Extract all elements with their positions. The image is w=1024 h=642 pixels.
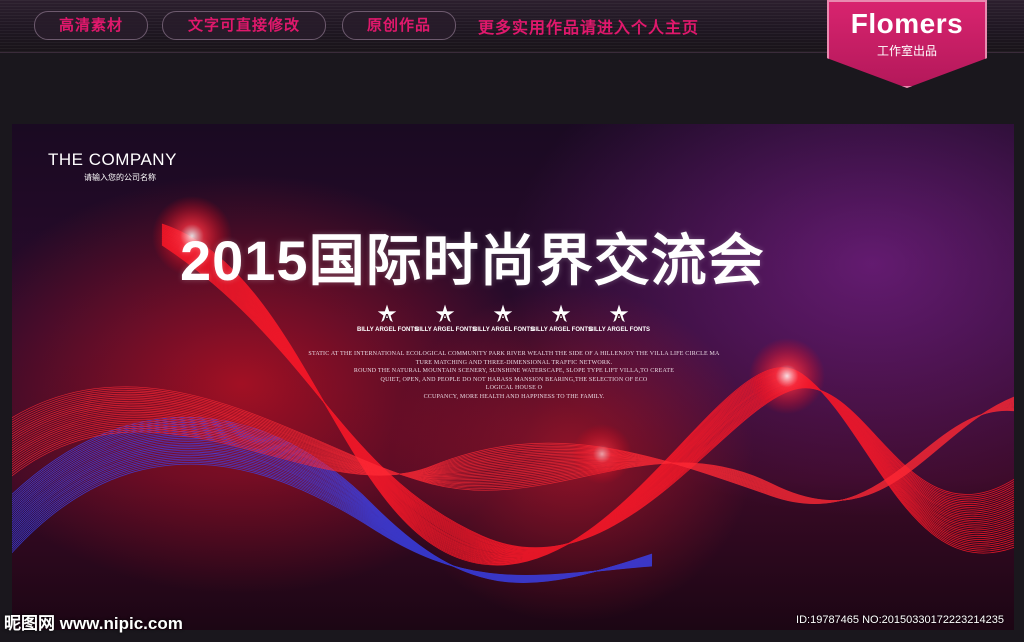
event-title: 2015国际时尚界交流会 bbox=[180, 229, 765, 292]
star-badge: ★ A BILLY ARGEL FONTS bbox=[531, 301, 592, 344]
editable-text-badge: 文字可直接修改 bbox=[162, 11, 326, 40]
original-work-badge: 原创作品 bbox=[342, 11, 456, 40]
company-name: THE COMPANY bbox=[48, 150, 177, 169]
brand-badge[interactable]: Flomers 工作室出品 bbox=[827, 0, 987, 88]
company-name-hint: 请输入您的公司名称 bbox=[84, 173, 156, 182]
wave-line bbox=[12, 417, 653, 583]
description-line: ROUND THE NATURAL MOUNTAIN SCENERY, SUNS… bbox=[353, 368, 675, 375]
description-line: STATIC AT THE INTERNATIONAL ECOLOGICAL C… bbox=[308, 351, 720, 357]
image-id-watermark: ID:19787465 NO:20150330172223214235 bbox=[796, 614, 1004, 626]
brand-name: Flomers bbox=[850, 8, 964, 39]
event-banner: THE COMPANY 请输入您的公司名称 2015国际时尚界交流会 ★ A BI… bbox=[12, 124, 1014, 630]
description-line: LOGICAL HOUSE O bbox=[485, 385, 543, 392]
wave-line bbox=[12, 406, 1014, 503]
star-icon: ★ A bbox=[434, 301, 456, 328]
nipic-watermark: 昵图网 www.nipic.com bbox=[4, 614, 183, 633]
brand-subtitle: 工作室出品 bbox=[876, 44, 937, 58]
wave-line bbox=[12, 402, 1014, 502]
star-badge: ★ A BILLY ARGEL FONTS bbox=[357, 301, 418, 344]
wave-line bbox=[12, 458, 653, 577]
star-badge: ★ A BILLY ARGEL FONTS bbox=[589, 301, 650, 344]
star-icon: ★ A bbox=[492, 301, 514, 328]
description-line: CCUPANCY, MORE HEALTH AND HAPPINESS TO T… bbox=[423, 393, 605, 400]
description-line: QUIET, OPEN, AND PEOPLE DO NOT HARASS MA… bbox=[380, 376, 648, 383]
wave-line bbox=[12, 460, 653, 577]
event-description: STATIC AT THE INTERNATIONAL ECOLOGICAL C… bbox=[224, 350, 804, 402]
star-badge: ★ A BILLY ARGEL FONTS bbox=[473, 301, 534, 344]
star-badges-row: ★ A BILLY ARGEL FONTS ★ A BILLY ARGEL FONT… bbox=[357, 301, 657, 344]
star-icon: ★ A bbox=[550, 301, 572, 328]
homepage-promo-link[interactable]: 更多实用作品请进入个人主页 bbox=[478, 14, 699, 38]
description-line: TURE MATCHING AND THREE-DIMENSIONAL TRAF… bbox=[415, 359, 613, 366]
star-icon: ★ A bbox=[376, 301, 398, 328]
wave-line bbox=[12, 456, 653, 577]
star-icon: ★ A bbox=[608, 301, 630, 328]
hd-material-badge: 高清素材 bbox=[34, 11, 148, 40]
star-badge: ★ A BILLY ARGEL FONTS bbox=[415, 301, 476, 344]
wave-line bbox=[12, 407, 1014, 503]
